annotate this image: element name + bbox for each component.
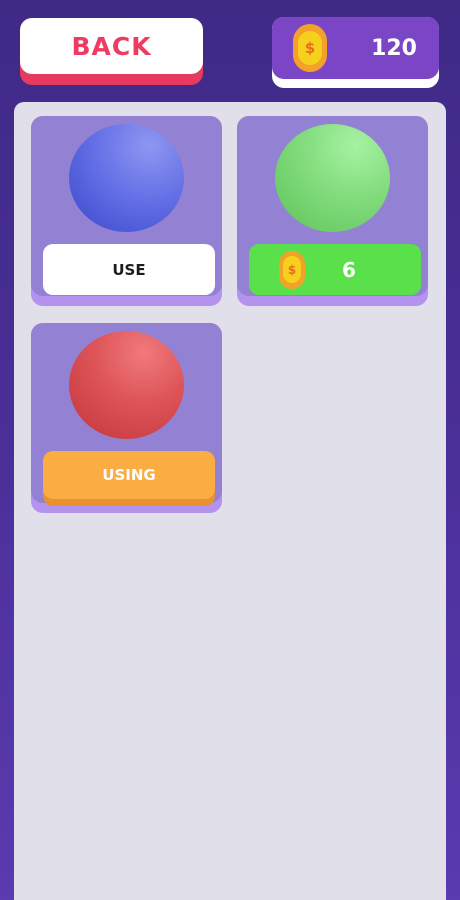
- coin-balance: 120: [371, 35, 417, 61]
- back-button[interactable]: BACK: [20, 18, 203, 85]
- red-ball-preview: [69, 331, 184, 439]
- skin-card-green: $ 6: [237, 116, 428, 306]
- coin-icon: $: [279, 250, 305, 289]
- coin-icon: $: [293, 24, 327, 72]
- skin-card-blue: USE: [31, 116, 222, 306]
- using-button[interactable]: USING: [43, 451, 215, 506]
- use-button[interactable]: USE: [43, 244, 215, 295]
- back-button-label: BACK: [20, 18, 203, 74]
- skin-card-red: USING: [31, 323, 222, 513]
- green-ball-preview: [275, 124, 390, 232]
- skins-panel: USE $ 6 USING: [14, 102, 446, 900]
- coin-balance-panel: $ 120: [272, 17, 439, 88]
- price-label: 6: [342, 257, 356, 282]
- buy-button[interactable]: $ 6: [249, 244, 421, 295]
- blue-ball-preview: [69, 124, 184, 232]
- using-button-label: USING: [43, 451, 215, 499]
